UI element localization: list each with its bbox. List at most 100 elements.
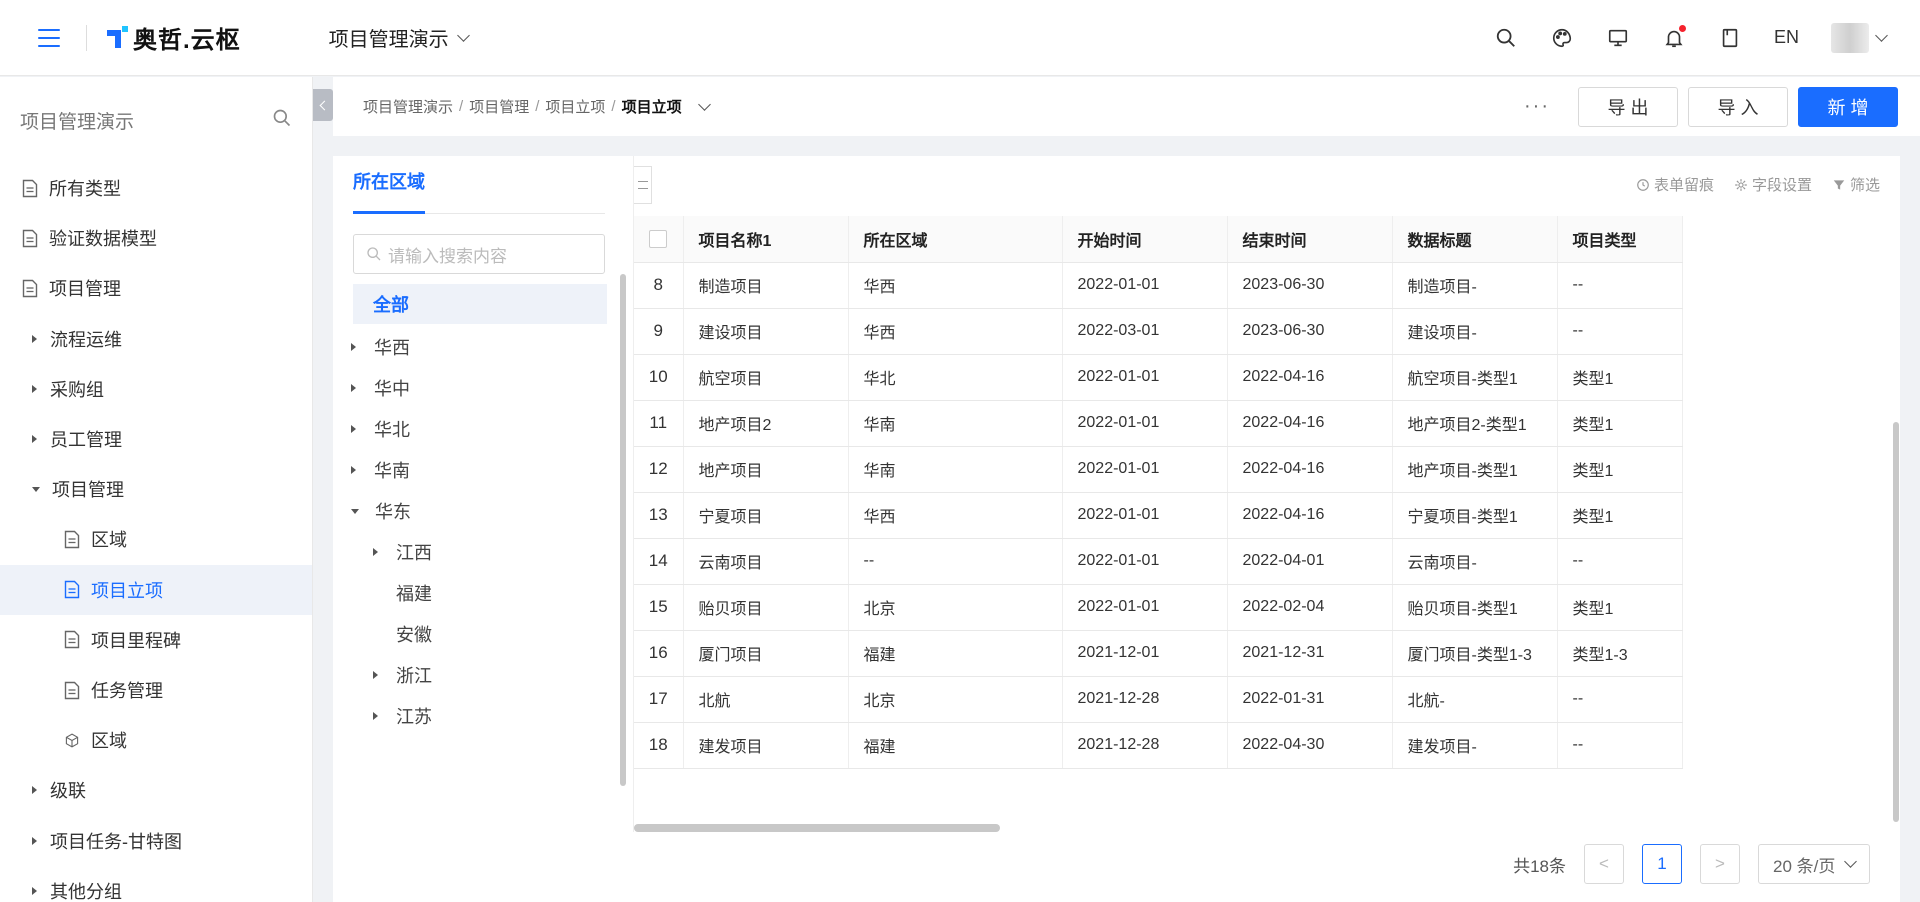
column-header[interactable]: 所在区域: [848, 216, 1063, 263]
table-cell[interactable]: 厦门项目: [683, 630, 849, 677]
sidebar-item[interactable]: 项目里程碑: [0, 615, 312, 665]
column-menu-icon[interactable]: [634, 166, 652, 204]
form-trace-button[interactable]: 表单留痕: [1636, 174, 1714, 195]
column-header[interactable]: 开始时间: [1062, 216, 1228, 263]
table-cell[interactable]: 云南项目: [683, 538, 849, 585]
table-cell[interactable]: 贻贝项目: [683, 584, 849, 631]
table-cell[interactable]: 北航: [683, 676, 849, 723]
table-row[interactable]: 14 云南项目 -- 2022-01-01 2022-04-01 云南项目- --: [634, 538, 1683, 585]
table-cell[interactable]: 地产项目2: [683, 400, 849, 447]
tree-node[interactable]: 安徽: [373, 614, 432, 654]
column-header[interactable]: 结束时间: [1227, 216, 1393, 263]
theme-palette-icon[interactable]: [1550, 26, 1574, 50]
tree-node[interactable]: 华北: [351, 409, 410, 449]
book-icon[interactable]: [1718, 26, 1742, 50]
table-row[interactable]: 10 航空项目 华北 2022-01-01 2022-04-16 航空项目-类型1 类型1: [634, 354, 1683, 401]
vertical-scrollbar[interactable]: [1893, 422, 1899, 822]
column-header[interactable]: 数据标题: [1392, 216, 1558, 263]
add-button[interactable]: 新 增: [1798, 86, 1898, 127]
tab-region[interactable]: 所在区域: [353, 168, 425, 194]
sidebar-item[interactable]: 任务管理: [0, 665, 312, 715]
table-row[interactable]: 12 地产项目 华南 2022-01-01 2022-04-16 地产项目-类型1 类型1: [634, 446, 1683, 493]
user-menu[interactable]: [1831, 22, 1888, 53]
sidebar-item[interactable]: 所有类型: [0, 163, 312, 213]
monitor-icon[interactable]: [1606, 26, 1630, 50]
tree-node[interactable]: 华西: [351, 327, 410, 367]
column-header[interactable]: 项目类型: [1557, 216, 1683, 263]
notification-bell-icon[interactable]: [1662, 24, 1686, 50]
page-size-select[interactable]: 20 条/页: [1758, 844, 1870, 884]
search-icon[interactable]: [1494, 26, 1518, 50]
caret-right-icon[interactable]: [351, 343, 356, 351]
table-cell[interactable]: 制造项目: [683, 262, 849, 309]
tree-search-input[interactable]: 请输入搜索内容: [353, 234, 605, 274]
prev-page-button[interactable]: <: [1584, 844, 1624, 884]
tree-node[interactable]: 江苏: [373, 696, 432, 736]
tree-node-label: 浙江: [396, 666, 432, 686]
sidebar-item[interactable]: 项目管理: [0, 464, 312, 514]
caret-right-icon[interactable]: [351, 425, 356, 433]
tree-node[interactable]: 福建: [373, 573, 432, 613]
tree-node[interactable]: 江西: [373, 532, 432, 572]
language-switch[interactable]: EN: [1774, 27, 1799, 48]
sidebar: 项目管理演示 所有类型 验证数据模型 项目管理 流程运维 采购组 员工管理 项目管理 区域 项目…: [0, 77, 313, 902]
import-button[interactable]: 导 入: [1688, 86, 1788, 127]
sidebar-collapse-button[interactable]: [313, 89, 333, 121]
horizontal-scrollbar[interactable]: [634, 824, 1000, 832]
sidebar-item[interactable]: 项目任务-甘特图: [0, 816, 312, 866]
page-number-button[interactable]: 1: [1642, 844, 1682, 884]
sidebar-item[interactable]: 级联: [0, 765, 312, 815]
sidebar-search-icon[interactable]: [272, 108, 292, 133]
logo[interactable]: 奥哲.云枢: [107, 20, 241, 55]
table-cell[interactable]: 地产项目: [683, 446, 849, 493]
table-row[interactable]: 13 宁夏项目 华西 2022-01-01 2022-04-16 宁夏项目-类型1 类型1: [634, 492, 1683, 539]
sidebar-item[interactable]: 员工管理: [0, 414, 312, 464]
table-row[interactable]: 17 北航 北京 2021-12-28 2022-01-31 北航- --: [634, 676, 1683, 723]
sidebar-item[interactable]: 区域: [0, 715, 312, 765]
menu-toggle-icon[interactable]: [38, 28, 60, 47]
breadcrumb-item[interactable]: 项目管理演示: [363, 96, 453, 117]
caret-right-icon[interactable]: [373, 671, 378, 679]
sidebar-item[interactable]: 项目管理: [0, 263, 312, 313]
chevron-down-icon[interactable]: [697, 97, 711, 111]
table-cell: --: [1557, 722, 1683, 769]
field-settings-button[interactable]: 字段设置: [1734, 174, 1812, 195]
table-cell[interactable]: 宁夏项目: [683, 492, 849, 539]
sidebar-item[interactable]: 验证数据模型: [0, 213, 312, 263]
table-row[interactable]: 15 贻贝项目 北京 2022-01-01 2022-02-04 贻贝项目-类型1 类型1: [634, 584, 1683, 631]
tree-node[interactable]: 华中: [351, 368, 410, 408]
caret-right-icon[interactable]: [351, 466, 356, 474]
table-cell[interactable]: 建发项目: [683, 722, 849, 769]
column-header[interactable]: 项目名称1: [683, 216, 849, 263]
sidebar-item[interactable]: 其他分组: [0, 866, 312, 902]
caret-right-icon[interactable]: [351, 384, 356, 392]
select-all-checkbox[interactable]: [634, 216, 684, 263]
breadcrumb-item[interactable]: 项目立项: [545, 96, 605, 117]
export-button[interactable]: 导 出: [1578, 86, 1678, 127]
sidebar-item[interactable]: 区域: [0, 514, 312, 564]
tree-node-all[interactable]: 全部: [353, 284, 607, 324]
caret-right-icon[interactable]: [373, 548, 378, 556]
table-row[interactable]: 11 地产项目2 华南 2022-01-01 2022-04-16 地产项目2-类型1 类型…: [634, 400, 1683, 447]
tree-node[interactable]: 华东: [351, 491, 411, 531]
next-page-button[interactable]: >: [1700, 844, 1740, 884]
table-row[interactable]: 8 制造项目 华西 2022-01-01 2023-06-30 制造项目- --: [634, 262, 1683, 309]
table-row[interactable]: 16 厦门项目 福建 2021-12-01 2021-12-31 厦门项目-类型1-3 类型…: [634, 630, 1683, 677]
app-switcher[interactable]: 项目管理演示: [329, 23, 470, 52]
filter-button[interactable]: 筛选: [1832, 174, 1880, 195]
more-actions-button[interactable]: ···: [1524, 95, 1550, 118]
caret-down-icon[interactable]: [351, 508, 359, 514]
tree-scrollbar[interactable]: [620, 274, 626, 786]
sidebar-item[interactable]: 采购组: [0, 364, 312, 414]
caret-right-icon[interactable]: [373, 712, 378, 720]
breadcrumb-item[interactable]: 项目管理: [469, 96, 529, 117]
table-cell: 福建: [848, 722, 1063, 769]
table-row[interactable]: 18 建发项目 福建 2021-12-28 2022-04-30 建发项目- --: [634, 722, 1683, 769]
sidebar-item[interactable]: 项目立项: [0, 564, 312, 615]
table-cell[interactable]: 建设项目: [683, 308, 849, 355]
table-cell[interactable]: 航空项目: [683, 354, 849, 401]
tree-node[interactable]: 华南: [351, 450, 410, 490]
table-row[interactable]: 9 建设项目 华西 2022-03-01 2023-06-30 建设项目- --: [634, 308, 1683, 355]
sidebar-item[interactable]: 流程运维: [0, 314, 312, 364]
tree-node[interactable]: 浙江: [373, 655, 432, 695]
